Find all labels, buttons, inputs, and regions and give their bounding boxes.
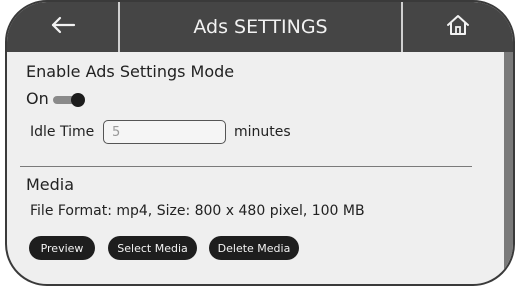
toggle-knob [71, 93, 85, 107]
section-divider [20, 166, 472, 167]
header-bar: Ads SETTINGS [7, 2, 513, 52]
home-icon [446, 14, 470, 40]
arrow-left-icon [50, 16, 76, 38]
home-button[interactable] [401, 2, 513, 52]
page-title: Ads SETTINGS [193, 16, 328, 38]
preview-button[interactable]: Preview [29, 236, 95, 260]
back-button[interactable] [7, 2, 120, 52]
idle-time-unit: minutes [234, 124, 291, 140]
idle-time-input[interactable] [103, 120, 226, 144]
delete-media-button[interactable]: Delete Media [209, 236, 299, 260]
idle-time-label: Idle Time [30, 124, 95, 140]
scrollbar[interactable] [504, 52, 513, 284]
media-spec-text: File Format: mp4, Size: 800 x 480 pixel,… [30, 203, 365, 219]
ads-mode-state-label: On [26, 89, 49, 108]
ads-mode-label: Enable Ads Settings Mode [26, 62, 235, 81]
media-heading: Media [26, 175, 75, 194]
select-media-button[interactable]: Select Media [108, 236, 197, 260]
ads-mode-toggle[interactable] [53, 93, 87, 107]
